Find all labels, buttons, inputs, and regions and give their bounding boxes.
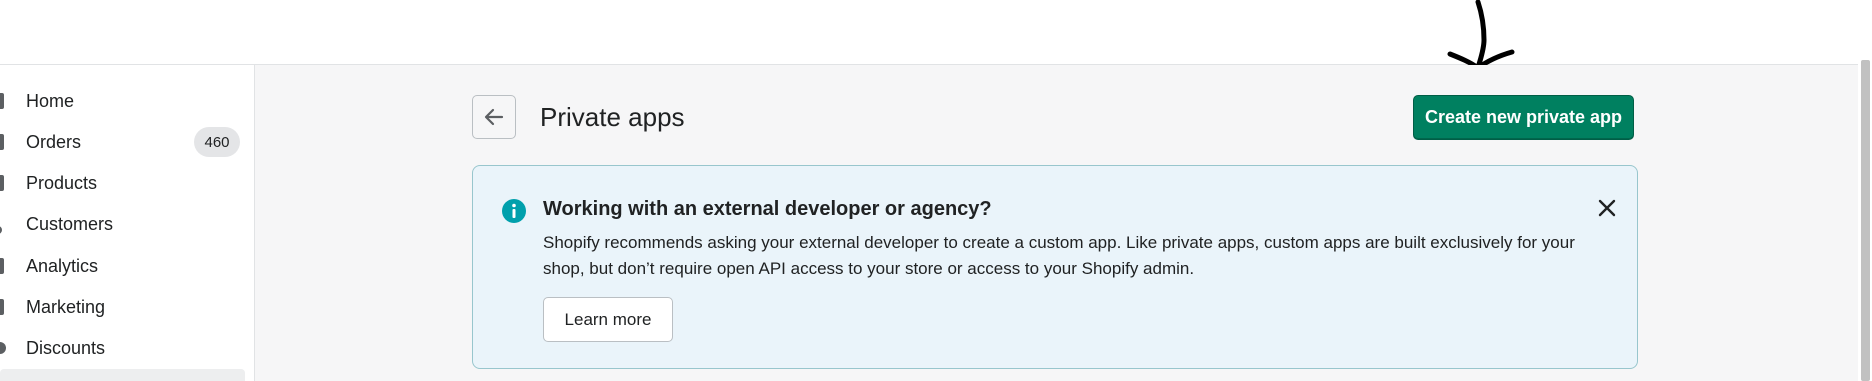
sidebar-item-products[interactable]: Products <box>0 163 245 203</box>
customers-icon <box>0 226 2 234</box>
sidebar-item-label: Analytics <box>26 255 99 276</box>
analytics-icon <box>0 258 4 274</box>
discounts-icon <box>0 342 6 354</box>
scrollbar-thumb[interactable] <box>1861 60 1870 381</box>
info-banner: Working with an external developer or ag… <box>472 165 1638 369</box>
sidebar-item-orders[interactable]: Orders 460 <box>0 122 245 162</box>
sidebar-item-customers[interactable]: Customers <box>0 204 245 244</box>
products-icon <box>0 175 4 191</box>
sidebar: Home Orders 460 Products Customers Analy… <box>0 65 255 381</box>
sidebar-item-label: Marketing <box>26 296 106 317</box>
scrollbar[interactable] <box>1858 0 1872 381</box>
home-icon <box>0 93 4 109</box>
banner-title: Working with an external developer or ag… <box>543 198 992 220</box>
orders-count-badge: 460 <box>194 127 240 157</box>
sidebar-item-label: Orders <box>26 131 82 152</box>
sidebar-item-label: Home <box>26 90 75 111</box>
info-icon <box>502 199 526 223</box>
marketing-icon <box>0 299 4 315</box>
sidebar-item-discounts[interactable]: Discounts <box>0 328 245 368</box>
sidebar-item-marketing[interactable]: Marketing <box>0 287 245 327</box>
top-bar <box>0 0 1858 65</box>
back-button[interactable] <box>472 95 516 139</box>
page-title: Private apps <box>540 102 685 132</box>
sidebar-item-home[interactable]: Home <box>0 81 245 121</box>
dismiss-banner-button[interactable] <box>1593 194 1621 222</box>
banner-text: Shopify recommends asking your external … <box>543 233 1575 278</box>
orders-icon <box>0 134 4 150</box>
sidebar-item-label: Customers <box>26 213 114 234</box>
sidebar-item-label: Products <box>26 172 98 193</box>
close-icon <box>1598 199 1616 217</box>
arrow-left-icon <box>484 108 504 126</box>
create-new-private-app-button[interactable]: Create new private app <box>1413 95 1634 140</box>
sidebar-item-label: Discounts <box>26 337 106 358</box>
sidebar-item-selected[interactable] <box>0 369 245 381</box>
sidebar-item-analytics[interactable]: Analytics <box>0 246 245 286</box>
learn-more-button[interactable]: Learn more <box>543 297 673 342</box>
